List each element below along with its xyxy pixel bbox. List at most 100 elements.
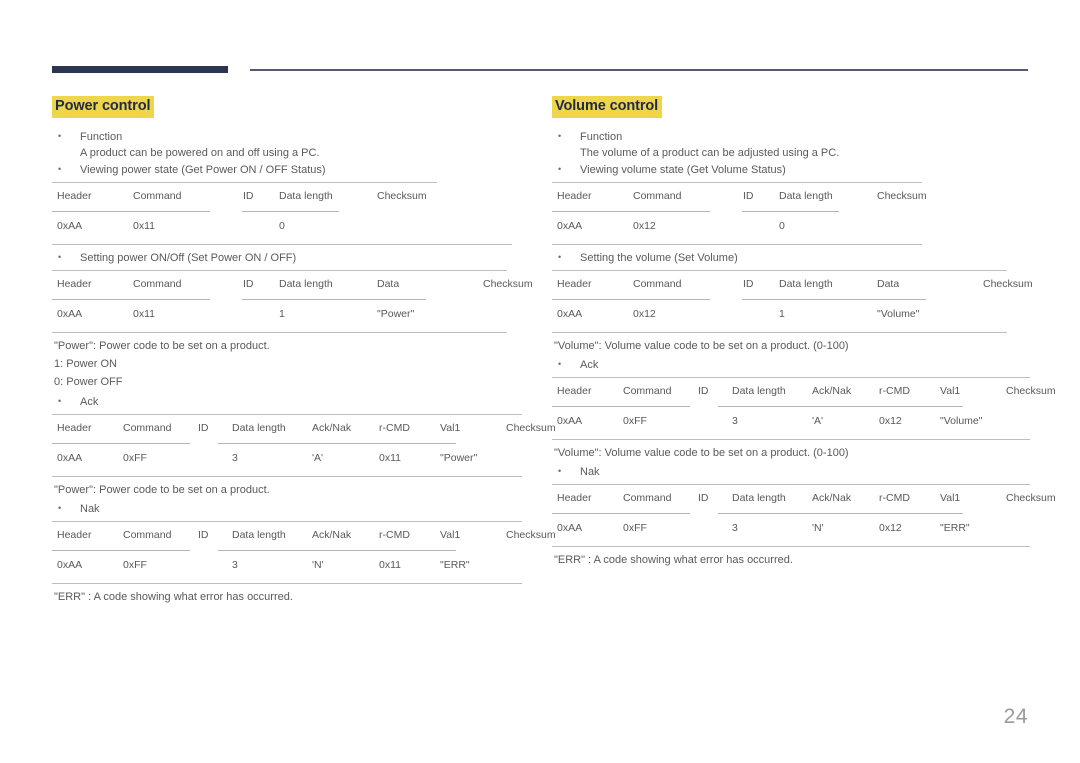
- col-id: ID: [238, 189, 274, 203]
- table-rule-mid-right: [718, 406, 963, 407]
- table-rule-bottom: [552, 546, 1030, 547]
- bullet-nak: Nak: [552, 464, 1032, 480]
- cell-data: "Power": [372, 307, 478, 321]
- table-row: 0xAA 0xFF 3 'N' 0x12 "ERR": [552, 513, 1032, 544]
- cell-command: 0xFF: [618, 521, 693, 535]
- table-rule-bottom: [52, 583, 522, 584]
- bullet-function: Function A product can be powered on and…: [52, 129, 532, 161]
- table-rule-mid-left: [52, 211, 210, 212]
- table-rule-mid-left: [52, 443, 190, 444]
- col-data: Data: [872, 277, 978, 291]
- table-rule-top: [552, 484, 1030, 485]
- table-row: 0xAA 0x12 0: [552, 211, 1032, 242]
- cell-header: 0xAA: [552, 521, 618, 535]
- cell-val1: "Power": [435, 451, 501, 465]
- table-rule-top: [52, 270, 507, 271]
- col-id: ID: [693, 491, 727, 505]
- table-rule-bottom: [552, 332, 1007, 333]
- table-rule-mid-right: [242, 299, 426, 300]
- set-power-label: Setting power ON/Off (Set Power ON / OFF…: [80, 252, 296, 264]
- table-rule-bottom: [552, 244, 922, 245]
- column-volume-control: Volume control Function The volume of a …: [552, 96, 1032, 569]
- table-rule-mid-right: [742, 211, 839, 212]
- col-r-cmd: r-CMD: [874, 384, 935, 398]
- cell-data-length: 1: [774, 307, 872, 321]
- cell-ack-nak: 'N': [807, 521, 874, 535]
- set-volume-label: Setting the volume (Set Volume): [580, 252, 738, 264]
- cell-command: 0x12: [628, 307, 738, 321]
- table-set-power: Header Command ID Data length Data Check…: [52, 270, 532, 333]
- cell-header: 0xAA: [552, 219, 628, 233]
- col-header: Header: [52, 528, 118, 542]
- table-get-power-status: Header Command ID Data length Checksum 0…: [52, 182, 532, 245]
- cell-data: "Volume": [872, 307, 978, 321]
- bullet-set-power: Setting power ON/Off (Set Power ON / OFF…: [52, 250, 532, 266]
- table-rule-mid-right: [218, 550, 456, 551]
- cell-data-length: 3: [227, 451, 307, 465]
- table-ack-volume: Header Command ID Data length Ack/Nak r-…: [552, 377, 1032, 440]
- nak-label: Nak: [80, 503, 100, 515]
- table-rule-mid-left: [552, 513, 690, 514]
- col-id: ID: [738, 189, 774, 203]
- col-header: Header: [52, 189, 128, 203]
- function-label: Function: [580, 131, 622, 143]
- cell-val1: "ERR": [435, 558, 501, 572]
- page-body: Power control Function A product can be …: [0, 0, 1080, 763]
- col-command: Command: [118, 528, 193, 542]
- col-data-length: Data length: [227, 528, 307, 542]
- table-header-row: Header Command ID Data length Data Check…: [552, 270, 1032, 299]
- col-r-cmd: r-CMD: [874, 491, 935, 505]
- table-rule-bottom: [552, 439, 1030, 440]
- table-header-row: Header Command ID Data length Checksum: [52, 182, 532, 211]
- col-data-length: Data length: [774, 189, 872, 203]
- ack-label: Ack: [580, 359, 598, 371]
- bullet-function: Function The volume of a product can be …: [552, 129, 1032, 161]
- function-description: The volume of a product can be adjusted …: [580, 145, 1032, 161]
- col-r-cmd: r-CMD: [374, 528, 435, 542]
- cell-header: 0xAA: [52, 219, 128, 233]
- function-description: A product can be powered on and off usin…: [80, 145, 532, 161]
- table-header-row: Header Command ID Data length Ack/Nak r-…: [552, 377, 1032, 406]
- bullet-get-power-status: Viewing power state (Get Power ON / OFF …: [52, 162, 532, 178]
- col-header: Header: [552, 189, 628, 203]
- cell-command: 0xFF: [118, 558, 193, 572]
- col-ack-nak: Ack/Nak: [307, 421, 374, 435]
- col-command: Command: [128, 277, 238, 291]
- cell-header: 0xAA: [52, 451, 118, 465]
- table-rule-mid-right: [742, 299, 926, 300]
- cell-command: 0x12: [628, 219, 738, 233]
- col-val1: Val1: [435, 528, 501, 542]
- table-rule-top: [552, 270, 1007, 271]
- cell-command: 0xFF: [618, 414, 693, 428]
- table-header-row: Header Command ID Data length Ack/Nak r-…: [52, 414, 532, 443]
- table-rule-top: [52, 414, 522, 415]
- col-command: Command: [128, 189, 238, 203]
- page-number: 24: [1004, 705, 1028, 729]
- col-checksum: Checksum: [1001, 384, 1080, 398]
- col-data-length: Data length: [727, 491, 807, 505]
- cell-data-length: 3: [227, 558, 307, 572]
- note-ack-volume-code: "Volume": Volume value code to be set on…: [552, 444, 1032, 462]
- ack-label: Ack: [80, 396, 98, 408]
- col-id: ID: [193, 421, 227, 435]
- col-ack-nak: Ack/Nak: [307, 528, 374, 542]
- cell-header: 0xAA: [552, 307, 628, 321]
- function-label: Function: [80, 131, 122, 143]
- table-rule-top: [552, 182, 922, 183]
- cell-ack-nak: 'A': [307, 451, 374, 465]
- table-row: 0xAA 0xFF 3 'N' 0x11 "ERR": [52, 550, 532, 581]
- cell-header: 0xAA: [552, 414, 618, 428]
- table-header-row: Header Command ID Data length Checksum: [552, 182, 1032, 211]
- table-rule-bottom: [52, 476, 522, 477]
- col-data-length: Data length: [774, 277, 872, 291]
- table-row: 0xAA 0x11 0: [52, 211, 532, 242]
- table-get-volume-status: Header Command ID Data length Checksum 0…: [552, 182, 1032, 245]
- bullet-ack: Ack: [52, 394, 532, 410]
- get-volume-status-label: Viewing volume state (Get Volume Status): [580, 164, 786, 176]
- table-rule-mid-left: [552, 406, 690, 407]
- cell-val1: "Volume": [935, 414, 1001, 428]
- col-ack-nak: Ack/Nak: [807, 384, 874, 398]
- col-val1: Val1: [435, 421, 501, 435]
- get-power-status-label: Viewing power state (Get Power ON / OFF …: [80, 164, 326, 176]
- nak-label: Nak: [580, 466, 600, 478]
